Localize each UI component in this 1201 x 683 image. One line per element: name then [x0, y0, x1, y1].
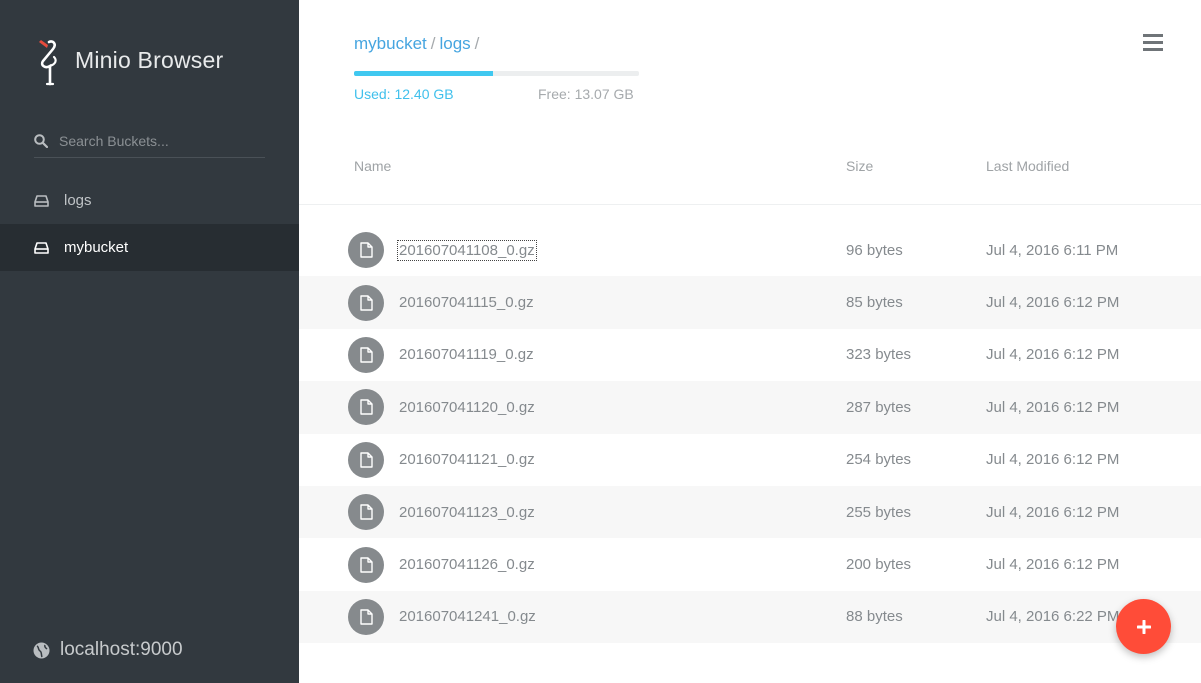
minio-crane-logo-icon	[39, 40, 57, 86]
bucket-list: logs mybucket	[0, 177, 299, 271]
table-row[interactable]: 201607041126_0.gz 200 bytes Jul 4, 2016 …	[299, 538, 1201, 590]
globe-icon	[33, 642, 50, 658]
file-name[interactable]: 201607041115_0.gz	[399, 294, 534, 311]
table-row[interactable]: 201607041115_0.gz 85 bytes Jul 4, 2016 6…	[299, 276, 1201, 329]
file-modified: Jul 4, 2016 6:12 PM	[986, 294, 1120, 312]
file-modified: Jul 4, 2016 6:12 PM	[986, 556, 1120, 574]
file-icon	[348, 441, 384, 478]
sidebar-item-mybucket[interactable]: mybucket	[0, 224, 299, 271]
file-size: 323 bytes	[846, 346, 912, 364]
file-modified: Jul 4, 2016 6:12 PM	[986, 346, 1120, 364]
file-icon	[348, 336, 384, 373]
column-header-size[interactable]: Size	[846, 158, 873, 174]
file-name[interactable]: 201607041108_0.gz	[397, 239, 537, 261]
file-icon	[348, 284, 384, 321]
file-name[interactable]: 201607041123_0.gz	[399, 504, 535, 521]
app-title: Minio Browser	[75, 46, 224, 73]
file-size: 85 bytes	[846, 294, 903, 312]
plus-icon	[1136, 619, 1151, 634]
server-host: localhost:9000	[33, 639, 183, 661]
file-icon	[348, 598, 384, 635]
file-icon	[348, 546, 384, 583]
file-name[interactable]: 201607041121_0.gz	[399, 451, 535, 468]
breadcrumb-separator: /	[430, 34, 436, 53]
file-size: 96 bytes	[846, 241, 903, 259]
main-content: mybucket / logs / Used: 12.40 GB Free: 13.0…	[299, 0, 1201, 683]
file-icon	[348, 232, 384, 269]
file-name[interactable]: 201607041126_0.gz	[399, 556, 535, 573]
table-header: Name Size Last Modified	[299, 150, 1201, 205]
column-header-modified[interactable]: Last Modified	[986, 158, 1069, 174]
hard-drive-icon	[34, 194, 49, 207]
file-modified: Jul 4, 2016 6:12 PM	[986, 398, 1120, 416]
breadcrumb-folder[interactable]: logs	[439, 34, 470, 53]
file-name[interactable]: 201607041119_0.gz	[399, 346, 534, 363]
file-name[interactable]: 201607041241_0.gz	[399, 608, 536, 625]
hamburger-menu-icon[interactable]	[1143, 34, 1163, 52]
file-size: 254 bytes	[846, 451, 912, 469]
file-modified: Jul 4, 2016 6:11 PM	[986, 241, 1119, 259]
sidebar-item-logs[interactable]: logs	[0, 177, 299, 224]
storage-usage-fill	[354, 71, 493, 76]
upload-fab-button[interactable]	[1116, 599, 1171, 654]
file-icon	[348, 389, 384, 426]
table-row[interactable]: 201607041241_0.gz 88 bytes Jul 4, 2016 6…	[299, 590, 1201, 644]
file-modified: Jul 4, 2016 6:22 PM	[986, 608, 1120, 626]
breadcrumb-separator: /	[474, 34, 480, 53]
file-name[interactable]: 201607041120_0.gz	[399, 399, 535, 416]
file-modified: Jul 4, 2016 6:12 PM	[986, 451, 1120, 469]
breadcrumb: mybucket / logs /	[354, 34, 483, 54]
host-label: localhost:9000	[60, 639, 183, 660]
file-size: 88 bytes	[846, 608, 903, 626]
table-row[interactable]: 201607041123_0.gz 255 bytes Jul 4, 2016 …	[299, 485, 1201, 539]
object-list: 201607041108_0.gz 96 bytes Jul 4, 2016 6…	[299, 224, 1201, 644]
column-header-name[interactable]: Name	[354, 158, 391, 174]
file-icon	[348, 494, 384, 531]
table-row[interactable]: 201607041121_0.gz 254 bytes Jul 4, 2016 …	[299, 434, 1201, 486]
app-logo[interactable]: Minio Browser	[33, 34, 223, 86]
file-size: 287 bytes	[846, 398, 912, 416]
storage-used: Used: 12.40 GB	[354, 86, 454, 102]
table-row[interactable]: 201607041120_0.gz 287 bytes Jul 4, 2016 …	[299, 381, 1201, 434]
storage-usage-bar	[354, 71, 639, 76]
file-modified: Jul 4, 2016 6:12 PM	[986, 503, 1120, 521]
hard-drive-icon	[34, 241, 49, 254]
bucket-search	[34, 124, 265, 158]
sidebar-item-label: mybucket	[64, 239, 129, 256]
file-size: 255 bytes	[846, 503, 912, 521]
table-row[interactable]: 201607041119_0.gz 323 bytes Jul 4, 2016 …	[299, 329, 1201, 381]
search-buckets-input[interactable]	[59, 132, 259, 149]
breadcrumb-bucket[interactable]: mybucket	[354, 34, 427, 53]
search-icon	[34, 133, 48, 148]
file-size: 200 bytes	[846, 556, 912, 574]
sidebar-item-label: logs	[64, 192, 92, 209]
storage-free: Free: 13.07 GB	[538, 86, 634, 102]
sidebar: Minio Browser logs mybucket	[0, 0, 299, 683]
table-row[interactable]: 201607041108_0.gz 96 bytes Jul 4, 2016 6…	[299, 224, 1201, 276]
